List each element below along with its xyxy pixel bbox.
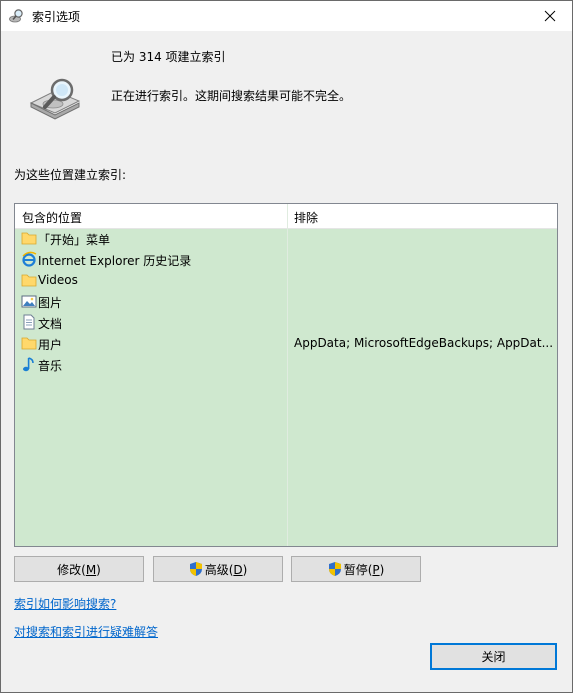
modify-button-label: 修改(M) bbox=[57, 562, 101, 577]
folder-icon bbox=[21, 337, 37, 350]
location-name: 音乐 bbox=[38, 359, 63, 373]
folder-icon bbox=[21, 274, 37, 287]
list-header: 包含的位置 排除 bbox=[15, 204, 557, 229]
list-item[interactable]: Internet Explorer 历史记录 bbox=[15, 249, 557, 270]
pause-button[interactable]: 暂停(P) bbox=[291, 556, 421, 582]
pictures-icon bbox=[21, 295, 37, 308]
indexed-count-text: 已为 314 项建立索引 bbox=[111, 50, 226, 64]
music-icon bbox=[23, 357, 34, 372]
location-name: Internet Explorer 历史记录 bbox=[38, 254, 192, 268]
list-item[interactable]: 用户 AppData; MicrosoftEdgeBackups; AppDat… bbox=[15, 333, 557, 354]
troubleshoot-search-link[interactable]: 对搜索和索引进行疑难解答 bbox=[14, 623, 158, 640]
uac-shield-icon bbox=[328, 562, 341, 576]
location-name: 用户 bbox=[38, 338, 63, 352]
close-button-label: 关闭 bbox=[481, 650, 506, 664]
index-locations-list[interactable]: 包含的位置 排除 「开始」菜单 Internet Explorer 历史记录 V… bbox=[14, 203, 558, 547]
list-item[interactable]: 音乐 bbox=[15, 354, 557, 375]
close-button[interactable]: 关闭 bbox=[430, 643, 557, 670]
uac-shield-icon bbox=[189, 562, 202, 576]
ie-icon bbox=[22, 251, 37, 267]
documents-icon bbox=[23, 314, 35, 330]
location-exclusions: AppData; MicrosoftEdgeBackups; AppDat... bbox=[294, 336, 554, 350]
advanced-button-label: 高级(D) bbox=[204, 562, 248, 577]
indexing-options-icon bbox=[9, 9, 23, 23]
indexing-progress-message: 正在进行索引。这期间搜索结果可能不完全。 bbox=[111, 89, 352, 103]
close-icon bbox=[544, 10, 555, 22]
location-name: 「开始」菜单 bbox=[38, 233, 111, 247]
window-close-button[interactable] bbox=[527, 1, 572, 31]
indexing-options-window: 索引选项 已为 314 项建立索引 正在进行索引。这期间搜索结果可能不完全。 为… bbox=[0, 0, 573, 693]
modify-button[interactable]: 修改(M) bbox=[14, 556, 144, 582]
location-name: 图片 bbox=[38, 296, 63, 310]
list-item[interactable]: Videos bbox=[15, 270, 557, 291]
column-header-exclude[interactable]: 排除 bbox=[294, 209, 318, 226]
how-indexing-affects-search-link[interactable]: 索引如何影响搜索? bbox=[14, 595, 116, 612]
indexing-drive-icon bbox=[29, 78, 81, 120]
location-name: Videos bbox=[38, 273, 78, 287]
pause-button-label: 暂停(P) bbox=[343, 562, 385, 577]
column-header-included[interactable]: 包含的位置 bbox=[22, 209, 82, 226]
list-item[interactable]: 「开始」菜单 bbox=[15, 228, 557, 249]
location-name: 文档 bbox=[38, 317, 63, 331]
advanced-button[interactable]: 高级(D) bbox=[153, 556, 283, 582]
list-item[interactable]: 文档 bbox=[15, 312, 557, 333]
window-title: 索引选项 bbox=[32, 10, 81, 24]
folder-icon bbox=[21, 232, 37, 245]
index-locations-label: 为这些位置建立索引: bbox=[14, 168, 127, 182]
list-item[interactable]: 图片 bbox=[15, 291, 557, 312]
title-bar: 索引选项 bbox=[1, 1, 572, 31]
